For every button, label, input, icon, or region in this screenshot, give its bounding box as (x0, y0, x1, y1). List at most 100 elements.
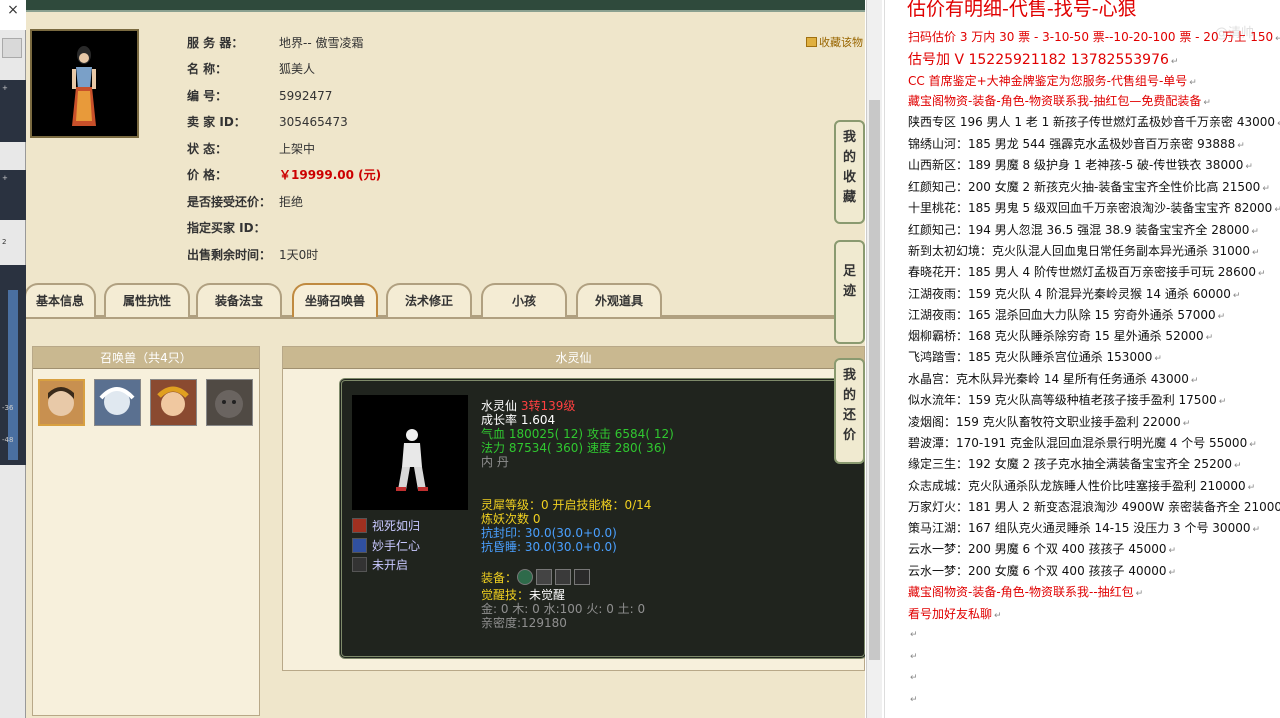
notes-line: 碧波潭：170-191 克金队混回血混杀景行明光魔 4 个号 55000 ↵ (908, 434, 1257, 451)
summon-detail-panel: 水灵仙 视死如归 妙手仁心 未开启 水灵仙 3转139级 成长率 1.604 气… (282, 346, 865, 671)
equip-empty-icon[interactable] (574, 569, 591, 585)
pet-name-line: 水灵仙 3转139级 (481, 399, 575, 413)
my-bargain-button[interactable]: 我的还价 (834, 358, 865, 464)
notes-title: 估价有明细-代售-找号-心狠 (907, 0, 1137, 20)
tab-appearance[interactable]: 外观道具 (576, 283, 662, 317)
equip-ring-icon[interactable] (517, 569, 534, 585)
paragraph-mark-icon: ↵ (1245, 162, 1253, 172)
pet-hp-atk: 气血 180025( 12) 攻击 6584( 12) (481, 427, 674, 441)
notes-line: 陕西专区 196 男人 1 老 1 新孩子传世燃灯孟极妙音千万亲密 43000↵ (908, 113, 1280, 130)
summon-list-panel: 召唤兽（共4只） (32, 346, 260, 716)
character-portrait (30, 29, 139, 138)
notes-line: 万家灯火：181 男人 2 新变态混浪淘沙 4900W 亲密装备齐全 21000… (908, 498, 1280, 515)
buyer-label: 指定买家 ID： (187, 221, 266, 235)
pet-elements: 金: 0 木: 0 水:100 火: 0 土: 0 (481, 602, 646, 616)
paragraph-mark-icon: ↵ (1247, 483, 1256, 493)
info-status: 状 态： 上架中 (187, 140, 315, 157)
tab-attributes[interactable]: 属性抗性 (104, 283, 190, 317)
notes-line-text: 新到太初幻境：克火队混人回血鬼日常任务副本异光通杀 31000 (908, 244, 1250, 258)
notes-line-text: CC 首席鉴定+大神金牌鉴定为您服务-代售组号-单号 (908, 74, 1188, 88)
hp-label: 气血 (481, 427, 506, 441)
notes-line: 众志成城：克火队通杀队龙族睡人性价比哇塞接手盈利 210000 ↵ (908, 477, 1255, 494)
my-favorites-button[interactable]: 我的收藏 (834, 120, 865, 224)
info-seller: 卖 家 ID： 305465473 (187, 113, 348, 130)
vertical-scrollbar[interactable] (866, 0, 882, 718)
mixer-button[interactable] (2, 38, 22, 58)
pet-resist-seal: 抗封印: 30.0(30.0+0.0) (481, 526, 617, 540)
tab-children[interactable]: 小孩 (481, 283, 567, 317)
notes-line-text: 陕西专区 196 男人 1 老 1 新孩子传世燃灯孟极妙音千万亲密 43000 (908, 115, 1276, 129)
tab-spell-correction[interactable]: 法术修正 (386, 283, 472, 317)
notes-line: 烟柳霸桥：168 克火队睡杀除穷奇 15 星外通杀 52000 ↵ (908, 327, 1213, 344)
paragraph-mark-icon: ↵ (910, 630, 918, 640)
info-bargain: 是否接受还价： 拒绝 (187, 193, 303, 210)
info-price: 价 格： ￥19999.00 (元) (187, 166, 381, 183)
id-label: 编 号： (187, 89, 228, 103)
notes-line: ↵ (908, 691, 918, 705)
notes-line: 江湖夜雨：159 克火队 4 阶混异光秦岭灵猴 14 通杀 60000 ↵ (908, 285, 1240, 302)
paragraph-mark-icon: ↵ (1217, 312, 1226, 322)
pet-mp-spd: 法力 87534( 360) 速度 280( 36) (481, 441, 666, 455)
skill-2-label: 妙手仁心 (372, 539, 421, 553)
info-buyer: 指定买家 ID： (187, 219, 279, 236)
paragraph-mark-icon: ↵ (910, 695, 918, 705)
id-value: 5992477 (279, 89, 333, 103)
notes-line: 锦绣山河：185 男龙 544 强霹克水孟极妙音百万亲密 93888 ↵ (908, 135, 1245, 152)
notes-line: 红颜知己：200 女魔 2 新孩克火抽-装备宝宝齐全性价比高 21500 ↵ (908, 178, 1270, 195)
skill-2[interactable]: 妙手仁心 (352, 537, 420, 554)
pet-equipment: 装备： (481, 569, 593, 585)
notes-line-text: 缘定三生：192 女魔 2 孩子克水抽全满装备宝宝齐全 25200 (908, 457, 1232, 471)
tab-mount-summon[interactable]: 坐骑召唤兽 (292, 283, 378, 317)
notes-line: CC 首席鉴定+大神金牌鉴定为您服务-代售组号-单号 ↵ (908, 72, 1197, 89)
remaining-label: 出售剩余时间： (187, 248, 272, 262)
status-label: 状 态： (187, 142, 228, 156)
summon-thumb-3[interactable] (150, 379, 197, 426)
price-value: ￥19999.00 (元) (279, 168, 382, 182)
footprint-button[interactable]: 足迹 (834, 240, 865, 344)
summon-image (352, 395, 468, 510)
tab-basic-info[interactable]: 基本信息 (26, 283, 96, 317)
equip-weapon-icon[interactable] (536, 569, 553, 585)
summon-thumb-1[interactable] (38, 379, 85, 426)
footprint-label: 足迹 (842, 264, 856, 299)
atk-value: 6584( 12) (614, 427, 674, 441)
seller-label: 卖 家 ID： (187, 115, 246, 129)
skill-1[interactable]: 视死如归 (352, 517, 420, 534)
notes-line-text: 藏宝阁物资-装备-角色-物资联系我-抽红包—免费配装备 (908, 94, 1202, 108)
equip-armor-icon[interactable] (555, 569, 572, 585)
paragraph-mark-icon: ↵ (1252, 525, 1261, 535)
summon-avatar-icon (215, 390, 243, 418)
top-bar (26, 0, 865, 12)
notes-line-text: 江湖夜雨：159 克火队 4 阶混异光秦岭灵猴 14 通杀 60000 (908, 287, 1231, 301)
tab-equipment[interactable]: 装备法宝 (196, 283, 282, 317)
notes-line: 似水流年：159 克火队高等级种植老孩子接手盈利 17500 ↵ (908, 391, 1226, 408)
paragraph-mark-icon: ↵ (1251, 227, 1259, 237)
add-favorite-link[interactable]: 收藏该物 (806, 34, 863, 50)
resist-sleep-value: 30.0(30.0+0.0) (524, 540, 617, 554)
summon-thumb-2[interactable] (94, 379, 141, 426)
pet-awaken: 觉醒技：未觉醒 (481, 588, 565, 602)
pet-resist-sleep: 抗昏睡: 30.0(30.0+0.0) (481, 540, 617, 554)
close-icon[interactable]: × (0, 0, 26, 30)
name-value: 狐美人 (279, 62, 316, 76)
scrollbar-thumb[interactable] (869, 100, 880, 660)
skill-3[interactable]: 未开启 (352, 556, 408, 573)
my-favorites-label: 我的收藏 (842, 130, 856, 205)
paragraph-mark-icon: ↵ (1182, 419, 1191, 429)
notes-line: 扫码估价 3 万内 30 票 - 3-10-50 票--10-20-100 票 … (908, 28, 1280, 45)
level-meter[interactable] (8, 290, 18, 460)
notes-line: 凌烟阁：159 克火队畜牧符文职业接手盈利 22000 ↵ (908, 413, 1190, 430)
paragraph-mark-icon: ↵ (1275, 34, 1280, 44)
notes-line-text: 看号加好友私聊 (908, 607, 993, 621)
notes-line: 飞鸿踏雪：185 克火队睡杀宫位通杀 153000 ↵ (908, 348, 1162, 365)
mp-value: 87534( 360) (508, 441, 584, 455)
summon-stat-card: 视死如归 妙手仁心 未开启 水灵仙 3转139级 成长率 1.604 气血 18… (339, 378, 865, 659)
meter-scale-label: -36 (2, 404, 14, 412)
paragraph-mark-icon: ↵ (1170, 57, 1179, 67)
equip-label: 装备： (481, 571, 518, 585)
name-label: 名 称： (187, 62, 228, 76)
spd-value: 280( 36) (614, 441, 667, 455)
paragraph-mark-icon: ↵ (1135, 589, 1144, 599)
summon-thumb-4[interactable] (206, 379, 253, 426)
spirit-label: 灵犀等级： (481, 498, 542, 512)
